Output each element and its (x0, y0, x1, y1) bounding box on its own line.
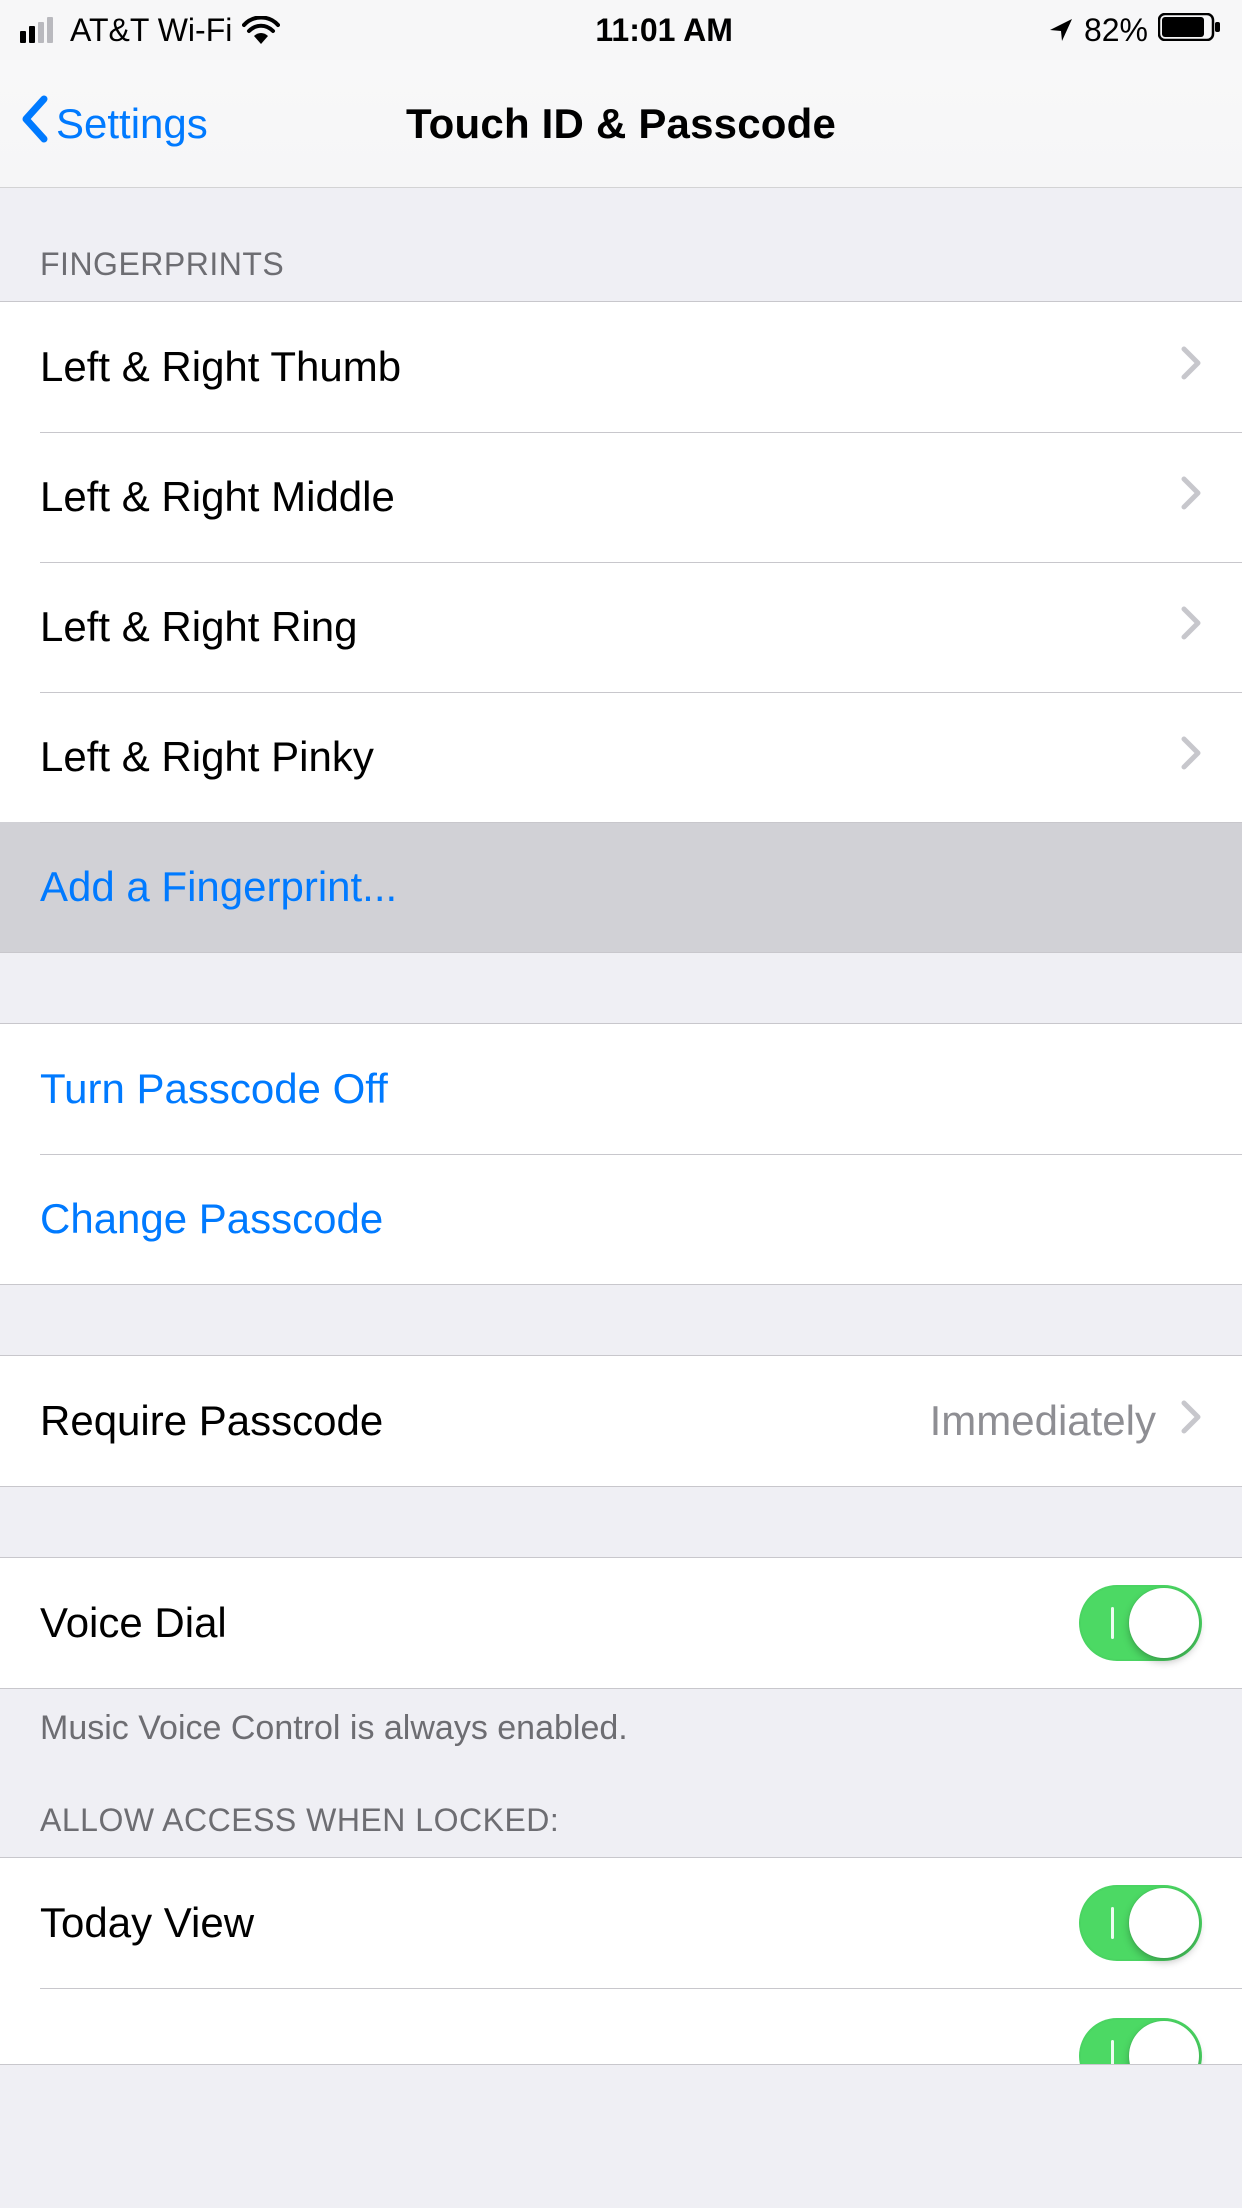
group-locked-access: Today View (0, 1857, 1242, 2065)
add-fingerprint-label: Add a Fingerprint... (40, 863, 1202, 911)
page-title: Touch ID & Passcode (406, 100, 836, 148)
section-header-locked: ALLOW ACCESS WHEN LOCKED: (0, 1758, 1242, 1857)
today-view-label: Today View (40, 1899, 1079, 1947)
require-passcode-row[interactable]: Require Passcode Immediately (0, 1356, 1242, 1486)
fingerprint-row[interactable]: Left & Right Ring (0, 562, 1242, 692)
fingerprint-row[interactable]: Left & Right Middle (0, 432, 1242, 562)
change-passcode-label: Change Passcode (40, 1195, 1202, 1243)
status-right: 82% (1048, 12, 1222, 49)
section-header-fingerprints: FINGERPRINTS (0, 188, 1242, 301)
chevron-right-icon (1180, 473, 1202, 521)
fingerprint-label: Left & Right Thumb (40, 343, 1174, 391)
partial-row-toggle[interactable] (1079, 2018, 1202, 2064)
voice-dial-footer: Music Voice Control is always enabled. (0, 1689, 1242, 1758)
carrier-label: AT&T Wi-Fi (70, 12, 232, 49)
voice-dial-row: Voice Dial (0, 1558, 1242, 1688)
today-view-row: Today View (0, 1858, 1242, 1988)
require-passcode-label: Require Passcode (40, 1397, 930, 1445)
back-label: Settings (56, 100, 208, 148)
location-icon (1048, 17, 1074, 43)
status-bar: AT&T Wi-Fi 11:01 AM 82% (0, 0, 1242, 60)
turn-passcode-off-button[interactable]: Turn Passcode Off (0, 1024, 1242, 1154)
chevron-right-icon (1180, 343, 1202, 391)
back-button[interactable]: Settings (20, 60, 208, 187)
group-fingerprints: Left & Right Thumb Left & Right Middle L… (0, 301, 1242, 953)
fingerprint-label: Left & Right Pinky (40, 733, 1174, 781)
chevron-right-icon (1180, 1397, 1202, 1445)
add-fingerprint-button[interactable]: Add a Fingerprint... (0, 822, 1242, 952)
group-passcode-actions: Turn Passcode Off Change Passcode (0, 1023, 1242, 1285)
today-view-toggle[interactable] (1079, 1885, 1202, 1961)
status-time: 11:01 AM (595, 12, 733, 49)
voice-dial-toggle[interactable] (1079, 1585, 1202, 1661)
require-passcode-value: Immediately (930, 1397, 1156, 1445)
group-voice-dial: Voice Dial (0, 1557, 1242, 1689)
fingerprint-label: Left & Right Ring (40, 603, 1174, 651)
chevron-left-icon (20, 95, 50, 153)
wifi-icon (242, 16, 280, 44)
partial-row (0, 1988, 1242, 2064)
fingerprint-row[interactable]: Left & Right Thumb (0, 302, 1242, 432)
cell-signal-icon (20, 17, 60, 43)
turn-passcode-off-label: Turn Passcode Off (40, 1065, 1202, 1113)
battery-percent: 82% (1084, 12, 1148, 49)
chevron-right-icon (1180, 733, 1202, 781)
battery-icon (1158, 12, 1222, 49)
fingerprint-label: Left & Right Middle (40, 473, 1174, 521)
group-require-passcode: Require Passcode Immediately (0, 1355, 1242, 1487)
chevron-right-icon (1180, 603, 1202, 651)
change-passcode-button[interactable]: Change Passcode (0, 1154, 1242, 1284)
status-left: AT&T Wi-Fi (20, 12, 280, 49)
nav-bar: Settings Touch ID & Passcode (0, 60, 1242, 188)
voice-dial-label: Voice Dial (40, 1599, 1079, 1647)
fingerprint-row[interactable]: Left & Right Pinky (0, 692, 1242, 822)
